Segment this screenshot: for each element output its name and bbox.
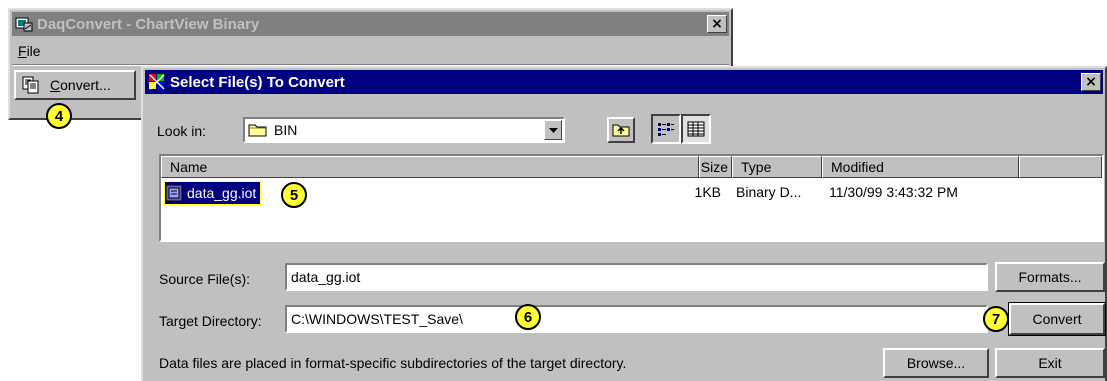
file-type: Binary D... (736, 184, 802, 200)
look-in-dropdown[interactable]: BIN (243, 117, 565, 143)
menu-file-label: ile (26, 43, 41, 59)
info-text: Data files are placed in format-specific… (159, 355, 627, 371)
menu-file-accel: F (18, 43, 27, 59)
select-files-dialog: Select File(s) To Convert × Look in: BIN (141, 66, 1107, 381)
column-header-filler (1019, 156, 1102, 178)
callout-5: 5 (281, 182, 307, 208)
selected-file-cell[interactable]: data_gg.iot (163, 181, 262, 205)
file-size: 1KB (694, 184, 721, 200)
column-modified-label: Modified (831, 159, 884, 175)
main-close-button[interactable]: × (707, 15, 727, 33)
list-view-icon (658, 123, 674, 136)
convert-accel: C (50, 77, 61, 93)
column-header-name[interactable]: Name (161, 156, 699, 178)
dialog-app-icon (149, 74, 165, 90)
column-header-modified[interactable]: Modified (822, 156, 1019, 178)
callout-4: 4 (46, 103, 72, 129)
dialog-close-button[interactable]: × (1081, 73, 1101, 91)
browse-button-label: Browse... (906, 355, 966, 371)
close-icon: × (1085, 74, 1097, 90)
callout-6: 6 (515, 304, 541, 330)
dropdown-arrow-button[interactable] (544, 120, 562, 140)
callout-7: 7 (983, 306, 1009, 332)
convert-button-label: Convert (1032, 311, 1082, 327)
dropdown-arrow-icon (548, 127, 558, 133)
daqconvert-app-icon (15, 17, 33, 32)
exit-button[interactable]: Exit (995, 348, 1105, 378)
up-one-level-button[interactable] (607, 117, 635, 143)
dialog-title: Select File(s) To Convert (170, 73, 345, 91)
column-type-label: Type (741, 159, 772, 175)
exit-button-label: Exit (1038, 355, 1062, 371)
look-in-label: Look in: (157, 123, 207, 139)
details-view-icon (687, 121, 705, 137)
folder-icon (248, 124, 267, 137)
target-directory-label: Target Directory: (159, 313, 262, 329)
browse-button[interactable]: Browse... (883, 348, 989, 378)
copy-pages-icon (22, 76, 39, 94)
formats-button[interactable]: Formats... (995, 262, 1105, 292)
binary-file-icon (165, 184, 183, 202)
look-in-value: BIN (274, 122, 298, 138)
source-files-label: Source File(s): (159, 271, 251, 287)
convert-toolbar-label: onvert... (60, 77, 111, 93)
up-one-level-icon (612, 124, 630, 137)
menu-file[interactable]: File (18, 43, 41, 59)
menu-bar: File (12, 40, 729, 62)
details-view-button[interactable] (681, 114, 711, 144)
source-files-input[interactable]: data_gg.iot (285, 263, 988, 291)
convert-toolbar-button[interactable]: Convert... (14, 70, 136, 100)
column-header-size[interactable]: Size (699, 156, 732, 178)
file-modified: 11/30/99 3:43:32 PM (829, 184, 958, 200)
column-name-label: Name (170, 159, 208, 175)
main-window-title: DaqConvert - ChartView Binary (37, 15, 260, 33)
column-size-label: Size (700, 159, 728, 175)
target-directory-input[interactable]: C:\WINDOWS\TEST_Save\ (285, 305, 988, 333)
source-files-value: data_gg.iot (291, 269, 361, 285)
dialog-title-bar[interactable]: Select File(s) To Convert × (145, 70, 1103, 94)
main-title-bar[interactable]: DaqConvert - ChartView Binary × (12, 12, 729, 36)
column-header-type[interactable]: Type (732, 156, 822, 178)
file-name: data_gg.iot (187, 185, 257, 201)
target-directory-value: C:\WINDOWS\TEST_Save\ (291, 311, 463, 327)
close-icon: × (711, 16, 723, 32)
list-view-button[interactable] (651, 114, 681, 144)
convert-button[interactable]: Convert (1008, 302, 1106, 336)
formats-button-label: Formats... (1018, 269, 1082, 285)
